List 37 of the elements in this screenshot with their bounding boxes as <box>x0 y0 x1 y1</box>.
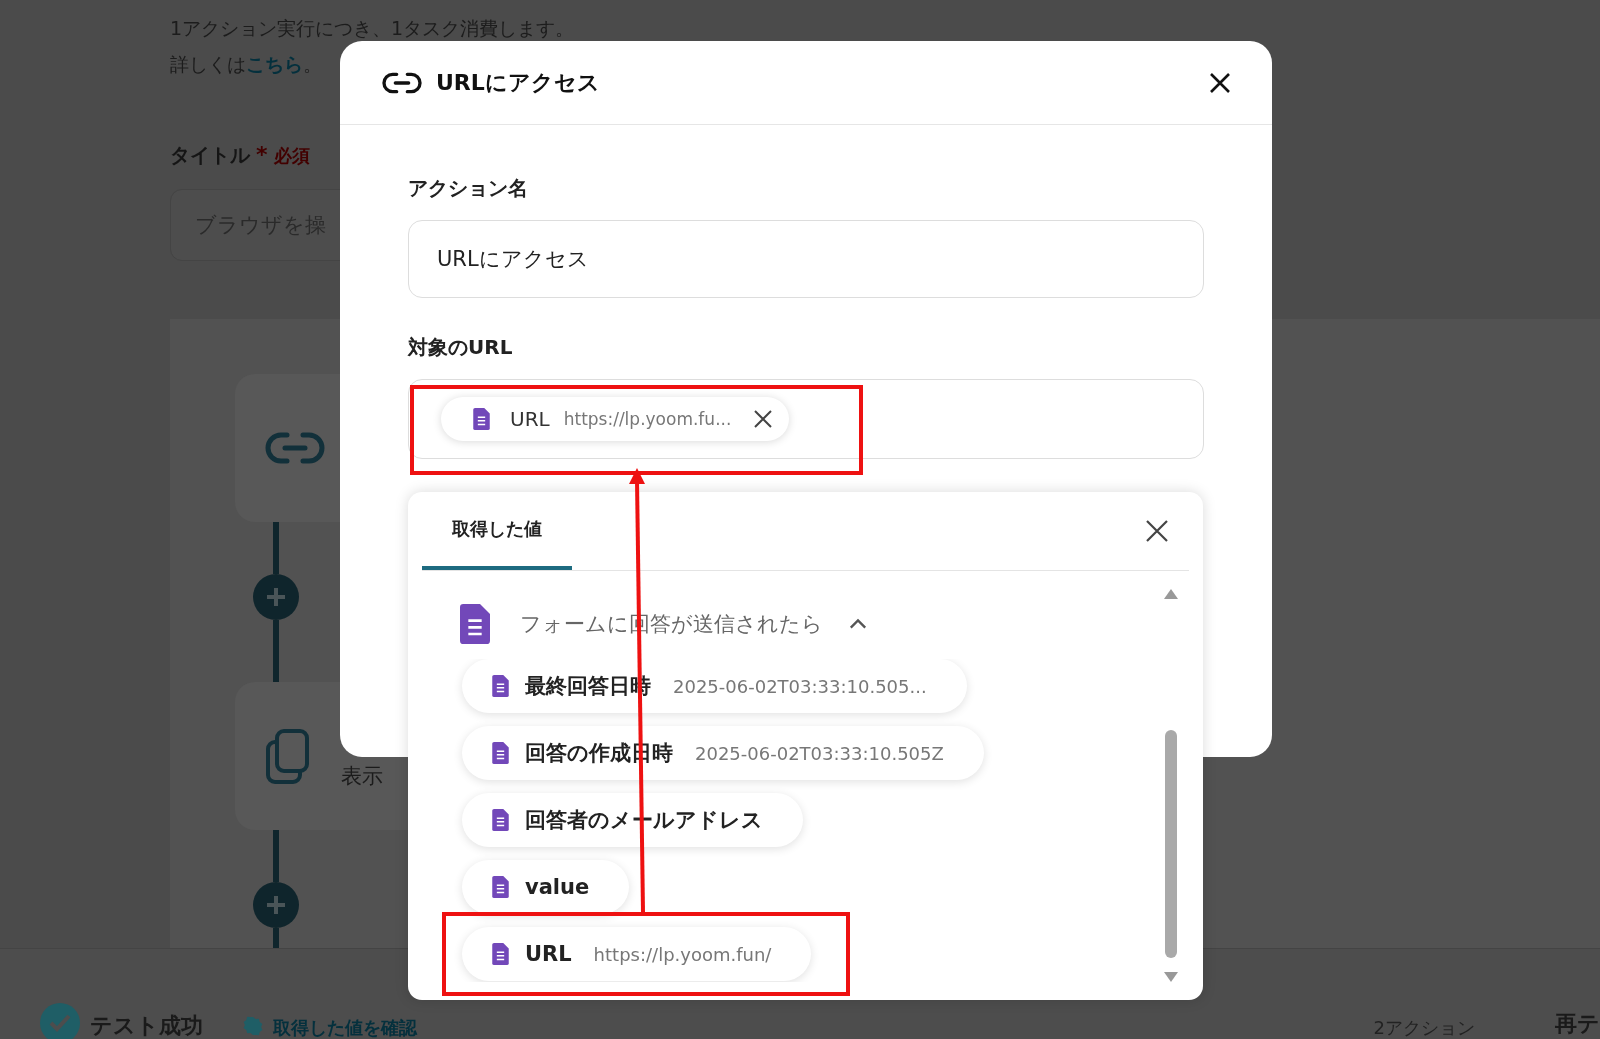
link-icon <box>265 431 325 465</box>
value-chip[interactable]: URL https://lp.yoom.fu... <box>441 397 790 441</box>
action-name-input[interactable]: URLにアクセス <box>408 220 1204 298</box>
required-mark: * <box>256 142 268 167</box>
form-icon <box>492 876 509 898</box>
item-value: 2025-06-02T03:33:10.505... <box>673 675 927 697</box>
link-icon <box>382 70 422 95</box>
scrollbar-thumb[interactable] <box>1165 730 1177 958</box>
form-icon <box>492 943 509 965</box>
tab[interactable]: 取得した値 <box>422 492 572 570</box>
badge-icon <box>243 1016 263 1036</box>
form-icon <box>492 742 509 764</box>
step-label: 表示 <box>341 763 383 790</box>
field-label: 対象のURL <box>408 334 514 361</box>
item-value: https://lp.yoom.fun/ <box>593 943 772 965</box>
copy-icon <box>265 728 311 784</box>
dialog-title: URLにアクセス <box>436 68 601 97</box>
form-icon <box>492 809 509 831</box>
item-name: value <box>525 875 590 899</box>
close-icon[interactable] <box>1145 519 1169 543</box>
remove-icon[interactable] <box>753 409 774 429</box>
required-label: 必須 <box>273 144 310 168</box>
add-step-icon[interactable] <box>253 882 299 928</box>
scroll-up-icon[interactable] <box>1164 589 1178 599</box>
add-step-icon[interactable] <box>253 574 299 620</box>
item-value: 2025-06-02T03:33:10.505Z <box>695 742 944 764</box>
value-item[interactable]: value <box>462 860 630 914</box>
close-icon[interactable] <box>1208 70 1232 95</box>
item-name: URL <box>525 942 572 966</box>
form-icon <box>473 408 490 430</box>
value-item[interactable]: URL https://lp.yoom.fun/ <box>462 927 812 981</box>
form-icon <box>492 675 509 697</box>
scroll-down-icon[interactable] <box>1164 972 1178 982</box>
url-input-field[interactable]: URL https://lp.yoom.fu... <box>408 379 1204 459</box>
form-icon <box>460 604 490 644</box>
chevron-icon[interactable] <box>849 618 867 630</box>
chip-name: URL <box>510 407 550 431</box>
